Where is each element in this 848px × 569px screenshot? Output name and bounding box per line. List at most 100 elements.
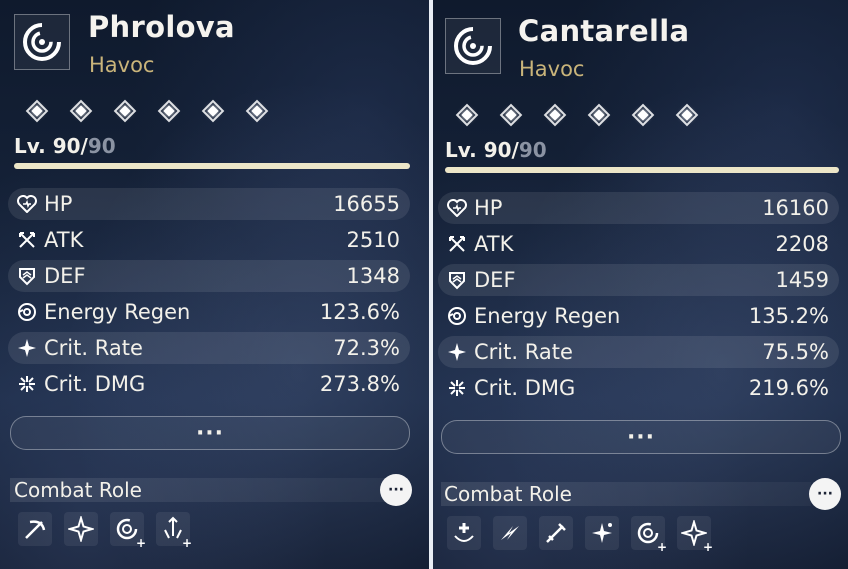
stat-label: Crit. Rate [474, 340, 573, 364]
more-stats-button[interactable]: ··· [441, 420, 841, 454]
stat-row-def: DEF 1459 [438, 264, 839, 296]
level-progress-bar [14, 163, 410, 169]
plus-icon: + [656, 540, 667, 554]
stat-row-atk: ATK 2510 [8, 224, 410, 256]
sequence-node[interactable] [540, 100, 570, 130]
stat-label: Crit. DMG [474, 376, 576, 400]
stats-list: HP 16160 ATK 2208 DEF 1459 Energy Regen … [438, 192, 839, 408]
sequence-node[interactable] [496, 100, 526, 130]
energy-icon [446, 305, 468, 327]
sequence-node[interactable] [66, 96, 96, 126]
stat-value: 72.3% [333, 336, 400, 360]
plus-icon: + [702, 540, 713, 554]
sequence-node[interactable] [672, 100, 702, 130]
stat-row-atk: ATK 2208 [438, 228, 839, 260]
sword-role-icon[interactable] [539, 516, 573, 550]
crossed-swords-icon [446, 233, 468, 255]
stat-value: 1459 [775, 268, 829, 292]
stat-value: 2208 [775, 232, 829, 256]
stat-row-def: DEF 1348 [8, 260, 410, 292]
level-progress-fill [445, 167, 839, 173]
sequence-node[interactable] [198, 96, 228, 126]
crit-dmg-icon [446, 377, 468, 399]
sword-boost-role-icon[interactable]: + [156, 512, 192, 550]
more-stats-button[interactable]: ··· [10, 416, 410, 450]
combat-role-title: Combat Role [14, 478, 142, 502]
sequence-node[interactable] [154, 96, 184, 126]
crit-rate-icon [446, 341, 468, 363]
character-panel-cantarella: Cantarella Havoc Lv. 90/90 HP 16160 ATK … [433, 0, 848, 569]
level-max: 90 [87, 134, 116, 158]
stat-row-hp: HP 16160 [438, 192, 839, 224]
combat-role-more-button[interactable]: ··· [809, 478, 841, 510]
stats-list: HP 16655 ATK 2510 DEF 1348 Energy Regen … [8, 188, 410, 404]
stat-value: 2510 [346, 228, 400, 252]
stat-label: ATK [474, 232, 514, 256]
stat-row-hp: HP 16655 [8, 188, 410, 220]
level-text: Lv. 90/90 [445, 138, 547, 162]
character-name: Cantarella [518, 14, 690, 48]
shield-icon [446, 269, 468, 291]
level-text: Lv. 90/90 [14, 134, 116, 158]
character-element: Havoc [519, 57, 585, 81]
heart-icon [446, 197, 468, 219]
plus-icon: + [135, 536, 146, 550]
crit-rate-icon [16, 337, 38, 359]
stat-value: 16655 [333, 192, 400, 216]
combat-role-title: Combat Role [444, 482, 572, 506]
heart-icon [16, 193, 38, 215]
sequence-node[interactable] [22, 96, 52, 126]
stat-label: Energy Regen [474, 304, 621, 328]
level-max: 90 [518, 138, 547, 162]
spiral-role-icon[interactable]: + [631, 516, 667, 554]
combat-role-icons: + + [18, 512, 192, 550]
stat-row-crit-rate: Crit. Rate 72.3% [8, 332, 410, 364]
stat-row-energy-regen: Energy Regen 135.2% [438, 300, 839, 332]
level-current: Lv. 90/ [445, 138, 519, 162]
sequence-node[interactable] [110, 96, 140, 126]
level-progress-fill [14, 163, 410, 169]
spiral-role-icon[interactable]: + [110, 512, 146, 550]
crossed-swords-icon [16, 229, 38, 251]
havoc-element-icon [14, 14, 70, 70]
sequence-node[interactable] [452, 100, 482, 130]
stat-label: HP [474, 196, 503, 220]
combat-role-icons: + + [447, 516, 713, 554]
energy-icon [16, 301, 38, 323]
star-role-icon[interactable] [64, 512, 98, 546]
stat-label: Crit. DMG [44, 372, 146, 396]
sequence-nodes [22, 96, 272, 126]
stat-value: 1348 [346, 264, 400, 288]
character-name: Phrolova [88, 10, 235, 44]
stat-row-crit-dmg: Crit. DMG 273.8% [8, 368, 410, 400]
stat-value: 75.5% [762, 340, 829, 364]
combat-role-more-button[interactable]: ··· [380, 474, 412, 506]
sequence-node[interactable] [628, 100, 658, 130]
stat-value: 123.6% [319, 300, 400, 324]
stat-value: 273.8% [319, 372, 400, 396]
star-role-icon[interactable]: + [677, 516, 713, 554]
crit-dmg-icon [16, 373, 38, 395]
stat-label: HP [44, 192, 73, 216]
sequence-node[interactable] [584, 100, 614, 130]
scythe-role-icon[interactable] [18, 512, 52, 546]
stat-value: 16160 [762, 196, 829, 220]
dash-role-icon[interactable] [493, 516, 527, 550]
stat-label: Crit. Rate [44, 336, 143, 360]
stat-label: Energy Regen [44, 300, 191, 324]
sequence-nodes [452, 100, 702, 130]
stat-label: ATK [44, 228, 84, 252]
sequence-node[interactable] [242, 96, 272, 126]
havoc-element-icon [445, 18, 501, 74]
stat-value: 135.2% [748, 304, 829, 328]
plus-icon: + [181, 536, 192, 550]
character-panel-phrolova: Phrolova Havoc Lv. 90/90 HP 16655 ATK 25… [0, 0, 429, 569]
healing-role-icon[interactable] [447, 516, 481, 550]
level-current: Lv. 90/ [14, 134, 88, 158]
stat-row-energy-regen: Energy Regen 123.6% [8, 296, 410, 328]
sparkle-role-icon[interactable] [585, 516, 619, 550]
shield-icon [16, 265, 38, 287]
stat-row-crit-dmg: Crit. DMG 219.6% [438, 372, 839, 404]
stat-label: DEF [44, 264, 86, 288]
stat-label: DEF [474, 268, 516, 292]
